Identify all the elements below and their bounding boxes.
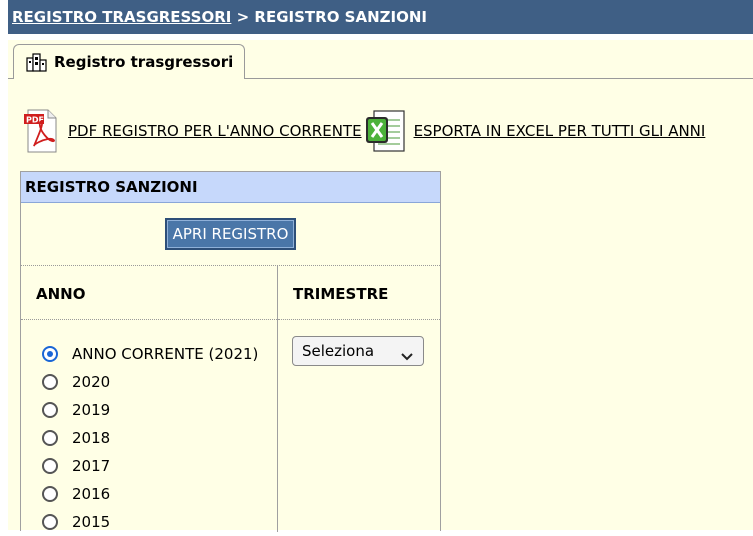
panel-title: REGISTRO SANZIONI [21, 172, 440, 203]
breadcrumb: REGISTRO TRASGRESSORI > REGISTRO SANZION… [8, 0, 753, 34]
trimestre-select[interactable]: Seleziona [292, 336, 424, 366]
trimestre-select-value: Seleziona [302, 342, 375, 360]
chevron-down-icon [401, 347, 413, 361]
anno-column: ANNO ANNO CORRENTE (2021) 2020 2019 2018… [21, 266, 278, 532]
year-option[interactable]: 2018 [42, 424, 277, 452]
esporta-excel-link[interactable]: ESPORTA IN EXCEL PER TUTTI GLI ANNI [414, 122, 706, 140]
pdf-registro-link[interactable]: PDF REGISTRO PER L'ANNO CORRENTE [68, 122, 362, 140]
year-option[interactable]: 2017 [42, 452, 277, 480]
year-option[interactable]: 2020 [42, 368, 277, 396]
radio-button[interactable] [42, 430, 58, 446]
tab-label: Registro trasgressori [54, 53, 234, 71]
year-option-label: 2017 [72, 457, 111, 475]
trimestre-column: TRIMESTRE Seleziona [278, 266, 440, 532]
pdf-icon[interactable]: PDF [22, 108, 62, 154]
radio-button[interactable] [42, 374, 58, 390]
year-option[interactable]: 2016 [42, 480, 277, 508]
trimestre-header: TRIMESTRE [278, 266, 440, 320]
radio-button[interactable] [42, 514, 58, 530]
tab-registro-trasgressori[interactable]: Registro trasgressori [13, 44, 245, 79]
radio-button[interactable] [42, 458, 58, 474]
apri-registro-button[interactable]: APRI REGISTRO [164, 218, 297, 250]
year-option[interactable]: 2019 [42, 396, 277, 424]
year-option-label: ANNO CORRENTE (2021) [72, 345, 259, 363]
building-icon [26, 52, 48, 72]
breadcrumb-current: REGISTRO SANZIONI [254, 8, 427, 26]
year-option[interactable]: 2015 [42, 508, 277, 536]
actions-bar: PDF PDF REGISTRO PER L'ANNO CORRENTE ESP… [22, 106, 753, 156]
year-option-label: 2018 [72, 429, 111, 447]
radio-button[interactable] [42, 346, 58, 362]
radio-button[interactable] [42, 486, 58, 502]
breadcrumb-link-registro-trasgressori[interactable]: REGISTRO TRASGRESSORI [12, 8, 231, 26]
content-area: Registro trasgressori PDF PDF REGISTRO P… [8, 40, 753, 532]
year-option[interactable]: ANNO CORRENTE (2021) [42, 340, 277, 368]
registro-sanzioni-panel: REGISTRO SANZIONI APRI REGISTRO ANNO ANN… [20, 171, 441, 532]
open-register-row: APRI REGISTRO [21, 203, 440, 266]
anno-header: ANNO [21, 266, 277, 320]
breadcrumb-separator: > [236, 8, 250, 26]
year-option-label: 2019 [72, 401, 111, 419]
year-option-label: 2016 [72, 485, 111, 503]
filter-columns: ANNO ANNO CORRENTE (2021) 2020 2019 2018… [21, 266, 440, 532]
year-option-label: 2015 [72, 513, 111, 531]
radio-button[interactable] [42, 402, 58, 418]
year-option-label: 2020 [72, 373, 111, 391]
excel-icon[interactable] [364, 108, 408, 154]
anno-radio-list: ANNO CORRENTE (2021) 2020 2019 2018 2017… [21, 320, 277, 536]
